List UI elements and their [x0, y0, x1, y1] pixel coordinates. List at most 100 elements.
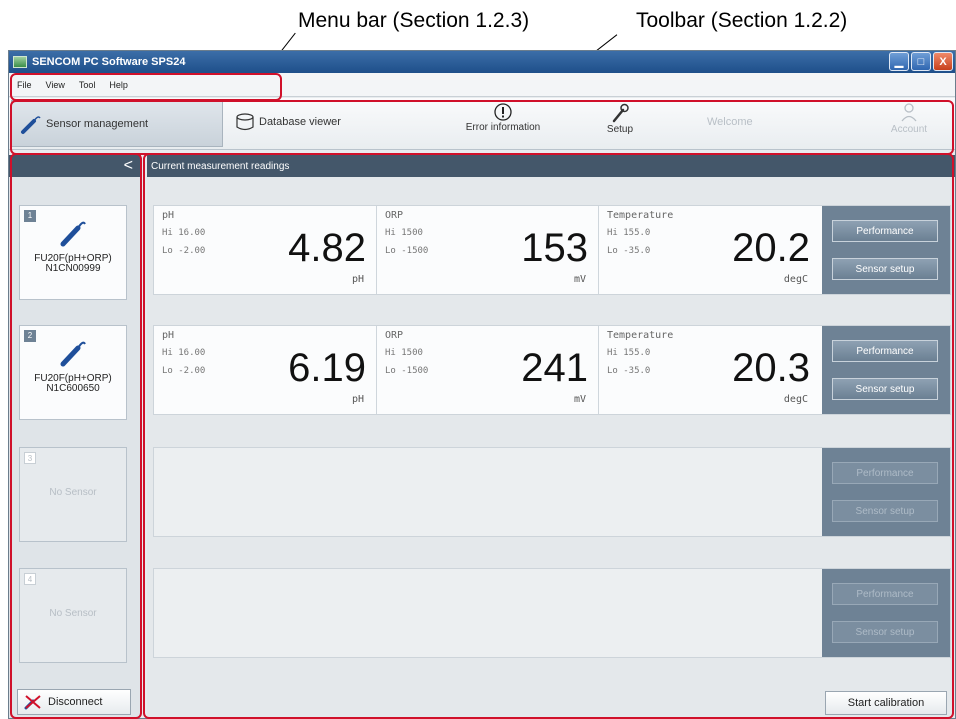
probe-icon: [60, 341, 86, 367]
sensor-slot-number: 3: [24, 452, 36, 464]
sensor-card-2[interactable]: 2 FU20F(pH+ORP) N1C600650: [19, 325, 127, 420]
toolbar: Sensor management Database viewer Error …: [9, 98, 955, 150]
performance-button-disabled: Performance: [832, 583, 938, 605]
temperature-value: 20.2: [732, 226, 810, 270]
temperature-lo-limit: Lo -35.0: [607, 246, 651, 256]
menu-help[interactable]: Help: [109, 80, 128, 90]
welcome-button[interactable]: Welcome: [707, 116, 753, 128]
setup-label: Setup: [606, 124, 634, 135]
orp-unit: mV: [573, 274, 586, 285]
sensor-setup-button[interactable]: Sensor setup: [832, 258, 938, 280]
error-information-label: Error information: [465, 122, 541, 133]
disconnect-icon: [24, 695, 41, 710]
orp-label: ORP: [385, 330, 404, 341]
temperature-label: Temperature: [607, 210, 674, 221]
menu-file[interactable]: File: [17, 80, 32, 90]
account-button[interactable]: Account: [879, 102, 939, 135]
orp-value: 153: [521, 226, 588, 270]
ph-hi-limit: Hi 16.00: [162, 348, 206, 358]
no-sensor-label: No Sensor: [49, 608, 97, 619]
ph-reading: pH Hi 16.00 Lo -2.00 6.19 pH: [154, 326, 376, 414]
close-button[interactable]: X: [933, 52, 953, 71]
orp-hi-limit: Hi 1500: [385, 348, 423, 358]
orp-unit: mV: [573, 394, 586, 405]
ph-label: pH: [162, 330, 175, 341]
sensor-slot-number: 1: [24, 210, 36, 222]
ph-unit: pH: [351, 394, 364, 405]
app-icon: [13, 56, 27, 68]
no-sensor-label: No Sensor: [49, 487, 97, 498]
temperature-hi-limit: Hi 155.0: [607, 228, 651, 238]
ph-value: 6.19: [288, 346, 366, 390]
performance-button[interactable]: Performance: [832, 340, 938, 362]
row-actions: Performance Sensor setup: [822, 448, 950, 536]
orp-reading: ORP Hi 1500 Lo -1500 153 mV: [376, 206, 598, 294]
ph-label: pH: [162, 210, 175, 221]
welcome-label: Welcome: [707, 116, 753, 128]
temperature-reading: Temperature Hi 155.0 Lo -35.0 20.3 degC: [598, 326, 820, 414]
temperature-lo-limit: Lo -35.0: [607, 366, 651, 376]
temperature-unit: degC: [783, 394, 808, 405]
sensor-slot-number: 2: [24, 330, 36, 342]
sensor-setup-button-disabled: Sensor setup: [832, 500, 938, 522]
error-info-icon: [494, 103, 512, 121]
orp-hi-limit: Hi 1500: [385, 228, 423, 238]
sidebar-header: <: [9, 155, 141, 177]
error-information-button[interactable]: Error information: [453, 102, 553, 133]
sensor-card-3[interactable]: 3 No Sensor: [19, 447, 127, 542]
orp-value: 241: [521, 346, 588, 390]
temperature-hi-limit: Hi 155.0: [607, 348, 651, 358]
disconnect-button[interactable]: Disconnect: [17, 689, 131, 715]
ph-lo-limit: Lo -2.00: [162, 246, 206, 256]
sensor-card-1[interactable]: 1 FU20F(pH+ORP) N1CN00999: [19, 205, 127, 300]
sensor-serial: N1C600650: [46, 383, 100, 394]
minimize-button[interactable]: ▁: [889, 52, 909, 71]
probe-icon: [60, 221, 86, 247]
database-icon: [236, 113, 254, 131]
database-viewer-button[interactable]: Database viewer: [235, 112, 341, 132]
ph-reading: pH Hi 16.00 Lo -2.00 4.82 pH: [154, 206, 376, 294]
orp-label: ORP: [385, 210, 404, 221]
reading-row-4-empty: Performance Sensor setup: [153, 568, 951, 658]
row-actions: Performance Sensor setup: [822, 206, 950, 294]
reading-row-2: pH Hi 16.00 Lo -2.00 6.19 pH ORP Hi 1500…: [153, 325, 951, 415]
row-actions: Performance Sensor setup: [822, 326, 950, 414]
menu-bar-callout: Menu bar (Section 1.2.3): [298, 9, 530, 32]
maximize-button[interactable]: □: [911, 52, 931, 71]
account-icon: [901, 103, 917, 122]
disconnect-label: Disconnect: [48, 696, 103, 708]
account-label: Account: [890, 124, 928, 135]
menu-view[interactable]: View: [46, 80, 65, 90]
ph-hi-limit: Hi 16.00: [162, 228, 206, 238]
temperature-value: 20.3: [732, 346, 810, 390]
performance-button[interactable]: Performance: [832, 220, 938, 242]
sensor-management-button[interactable]: Sensor management: [11, 100, 223, 147]
ph-value: 4.82: [288, 226, 366, 270]
sensor-card-4[interactable]: 4 No Sensor: [19, 568, 127, 663]
temperature-label: Temperature: [607, 330, 674, 341]
temperature-reading: Temperature Hi 155.0 Lo -35.0 20.2 degC: [598, 206, 820, 294]
app-window: SENCOM PC Software SPS24 ▁ □ X File View…: [8, 50, 956, 719]
sensor-slot-number: 4: [24, 573, 36, 585]
sensor-setup-button[interactable]: Sensor setup: [832, 378, 938, 400]
sensor-serial: N1CN00999: [45, 263, 101, 274]
row-actions: Performance Sensor setup: [822, 569, 950, 657]
reading-row-3-empty: Performance Sensor setup: [153, 447, 951, 537]
setup-button[interactable]: Setup: [595, 102, 645, 135]
menu-tool[interactable]: Tool: [79, 80, 96, 90]
reading-row-1: pH Hi 16.00 Lo -2.00 4.82 pH ORP Hi 1500…: [153, 205, 951, 295]
menu-bar: File View Tool Help: [9, 73, 955, 97]
orp-lo-limit: Lo -1500: [385, 366, 429, 376]
sensor-sidebar: < 1 FU20F(pH+ORP) N1CN00999 2 FU20F(pH+O…: [9, 155, 141, 718]
start-calibration-button[interactable]: Start calibration: [825, 691, 947, 715]
collapse-sidebar-icon[interactable]: <: [124, 157, 133, 175]
readings-header: Current measurement readings: [147, 155, 955, 177]
performance-button-disabled: Performance: [832, 462, 938, 484]
title-bar: SENCOM PC Software SPS24 ▁ □ X: [9, 51, 955, 73]
toolbar-callout: Toolbar (Section 1.2.2): [636, 9, 848, 32]
measurement-panel: Current measurement readings pH Hi 16.00…: [147, 155, 955, 718]
probe-icon: [21, 115, 41, 134]
ph-lo-limit: Lo -2.00: [162, 366, 206, 376]
orp-lo-limit: Lo -1500: [385, 246, 429, 256]
database-viewer-label: Database viewer: [259, 116, 341, 128]
